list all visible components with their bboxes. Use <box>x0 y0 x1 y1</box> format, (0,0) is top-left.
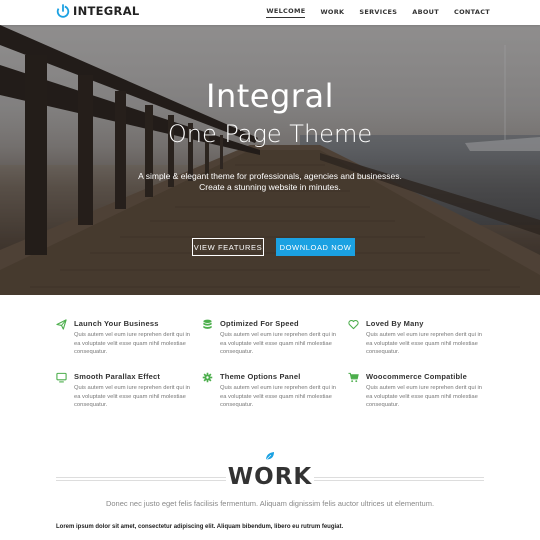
nav-item-welcome[interactable]: WELCOME <box>266 7 306 18</box>
feature-text: Quis autem vel eum iure reprehen derit q… <box>366 385 482 408</box>
feature-title: Woocommerce Compatible <box>366 372 467 381</box>
cart-icon <box>348 372 359 383</box>
top-navbar: INTEGRAL WELCOME WORK SERVICES ABOUT CON… <box>0 0 540 25</box>
work-description: Donec nec justo eget felis facilisis fer… <box>105 499 435 508</box>
feature-text: Quis autem vel eum iure reprehen derit q… <box>366 332 482 355</box>
nav-item-work[interactable]: WORK <box>320 8 344 18</box>
hero-overlay <box>0 25 540 295</box>
feature-title: Optimized For Speed <box>220 319 299 328</box>
send-icon <box>56 319 67 330</box>
power-icon <box>56 4 70 18</box>
download-now-button[interactable]: DOWNLOAD NOW <box>276 238 355 256</box>
hero-section: Integral One Page Theme A simple & elega… <box>0 25 540 295</box>
gear-icon <box>202 372 213 383</box>
hero-description: A simple & elegant theme for professiona… <box>0 171 540 193</box>
leaf-icon <box>265 452 274 461</box>
feature-text: Quis autem vel eum iure reprehen derit q… <box>74 385 190 408</box>
logo[interactable]: INTEGRAL <box>56 4 140 18</box>
feature-title: Theme Options Panel <box>220 372 301 381</box>
hero-title: Integral <box>206 77 334 115</box>
heart-icon <box>348 319 359 330</box>
feature-text: Quis autem vel eum iure reprehen derit q… <box>74 332 190 355</box>
work-lorem-text: Lorem ipsum dolor sit amet, consectetur … <box>56 524 344 530</box>
hero-description-line1: A simple & elegant theme for professiona… <box>138 171 402 181</box>
nav-item-contact[interactable]: CONTACT <box>454 8 490 18</box>
main-menu: WELCOME WORK SERVICES ABOUT CONTACT <box>251 0 490 25</box>
feature-title: Loved By Many <box>366 319 424 328</box>
work-title: WORK <box>227 464 313 490</box>
feature-title: Launch Your Business <box>74 319 159 328</box>
hero-subtitle: One Page Theme <box>167 120 373 148</box>
feature-text: Quis autem vel eum iure reprehen derit q… <box>220 385 336 408</box>
database-icon <box>203 319 212 329</box>
logo-text: INTEGRAL <box>73 4 140 18</box>
nav-item-about[interactable]: ABOUT <box>412 8 439 18</box>
hero-description-line2: Create a stunning website in minutes. <box>199 182 341 192</box>
feature-text: Quis autem vel eum iure reprehen derit q… <box>220 332 336 355</box>
nav-item-services[interactable]: SERVICES <box>359 8 397 18</box>
feature-title: Smooth Parallax Effect <box>74 372 161 381</box>
monitor-icon <box>56 372 67 383</box>
view-features-button[interactable]: VIEW FEATURES <box>192 238 264 256</box>
